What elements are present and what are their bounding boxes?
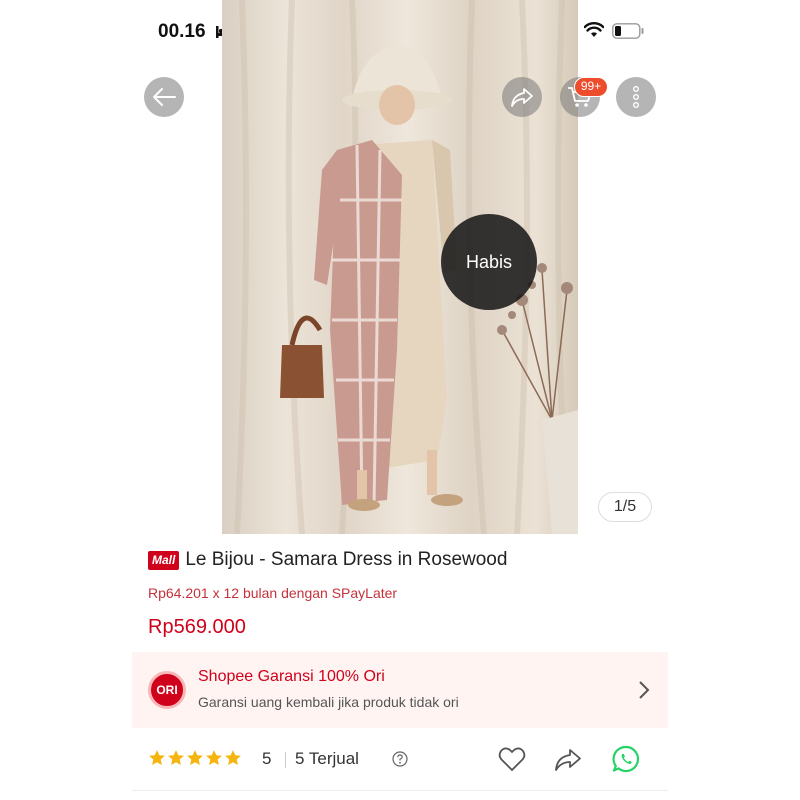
ori-icon: ORI: [148, 671, 186, 709]
star-rating: [148, 749, 243, 767]
image-counter: 1/5: [598, 492, 652, 522]
back-button[interactable]: [144, 77, 184, 117]
star-icon: [225, 750, 241, 766]
guarantee-banner[interactable]: ORI Shopee Garansi 100% Ori Garansi uang…: [132, 652, 668, 728]
back-arrow-icon: [153, 88, 176, 106]
battery-icon: [612, 23, 644, 39]
product-page: 00.16 Habis 99+ 1/5 Mall Le Bijou - Sama…: [132, 0, 668, 800]
product-title-row: Mall Le Bijou - Samara Dress in Rosewood: [148, 549, 507, 571]
star-icon: [187, 750, 203, 766]
star-icon: [149, 750, 165, 766]
star-icon: [168, 750, 184, 766]
status-time: 00.16: [158, 21, 206, 42]
heart-icon[interactable]: [498, 746, 526, 772]
share-icon: [511, 88, 533, 107]
sold-count: 5 Terjual: [295, 749, 359, 768]
whatsapp-icon[interactable]: [612, 745, 640, 773]
share-button[interactable]: [502, 77, 542, 117]
share-icon[interactable]: [554, 746, 582, 772]
divider-line: [132, 790, 668, 791]
product-price: Rp569.000: [148, 616, 246, 638]
rating-value: 5: [262, 749, 272, 768]
sold-out-overlay: Habis: [441, 214, 537, 310]
more-vertical-icon: [633, 86, 639, 108]
more-options-button[interactable]: [616, 77, 656, 117]
help-icon[interactable]: [392, 751, 408, 767]
star-icon: [206, 750, 222, 766]
divider: [285, 752, 286, 768]
cart-count-badge: 99+: [574, 77, 608, 97]
mall-badge: Mall: [148, 550, 180, 570]
guarantee-title: Shopee Garansi 100% Ori: [198, 668, 385, 685]
guarantee-subtitle: Garansi uang kembali jika produk tidak o…: [198, 694, 459, 710]
wifi-icon: [584, 22, 604, 37]
installment-info[interactable]: Rp64.201 x 12 bulan dengan SPayLater: [148, 585, 397, 601]
chevron-right-icon: [639, 681, 650, 699]
rating-row: 5 5 Terjual: [148, 744, 668, 774]
product-title: Le Bijou - Samara Dress in Rosewood: [185, 549, 508, 570]
